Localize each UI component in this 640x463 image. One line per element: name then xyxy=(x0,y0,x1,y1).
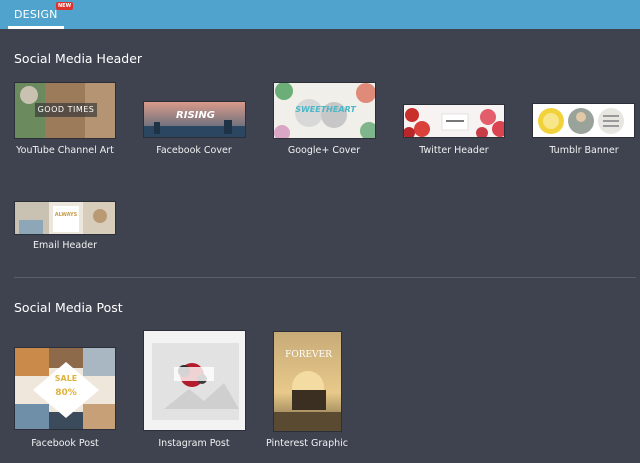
section-title-header: Social Media Header xyxy=(14,51,143,66)
google-cover-thumb-text: SWEETHEART xyxy=(295,105,356,114)
facebook-cover-thumb-text: RISING xyxy=(176,110,215,121)
top-bar: DESIGN NEW xyxy=(0,0,640,29)
pinterest-graphic-thumb-art xyxy=(274,332,341,431)
facebook-post-thumb-text-2: 80% xyxy=(55,388,77,398)
template-thumb-youtube-channel-art[interactable]: GOOD TIMES xyxy=(14,82,116,139)
template-thumb-pinterest-graphic[interactable]: FOREVER xyxy=(273,331,342,432)
youtube-thumb-text: GOOD TIMES xyxy=(37,105,95,114)
template-label-facebook-cover[interactable]: Facebook Cover xyxy=(134,145,254,157)
template-label-twitter-header[interactable]: Twitter Header xyxy=(394,145,514,157)
template-label-youtube-channel-art[interactable]: YouTube Channel Art xyxy=(5,145,125,157)
facebook-post-thumb-text: SALE xyxy=(54,374,78,383)
template-thumb-instagram-post[interactable] xyxy=(143,330,246,431)
template-label-google-plus-cover[interactable]: Google+ Cover xyxy=(264,145,384,157)
twitter-header-thumb-art xyxy=(404,105,504,137)
tumblr-banner-thumb-art xyxy=(533,104,634,137)
section-title-post: Social Media Post xyxy=(14,300,123,315)
email-header-thumb-text: ALWAYS xyxy=(54,212,78,218)
template-label-pinterest-graphic[interactable]: Pinterest Graphic xyxy=(247,438,367,450)
template-thumb-tumblr-banner[interactable] xyxy=(532,103,635,138)
email-header-thumb-art xyxy=(15,202,115,234)
template-thumb-email-header[interactable]: ALWAYS xyxy=(14,201,116,235)
template-label-email-header[interactable]: Email Header xyxy=(5,240,125,252)
tab-active-indicator xyxy=(8,26,64,29)
template-thumb-twitter-header[interactable] xyxy=(403,104,505,138)
pinterest-graphic-thumb-text: FOREVER xyxy=(285,350,332,360)
tab-design[interactable]: DESIGN NEW xyxy=(8,0,74,29)
tab-design-label: DESIGN xyxy=(14,8,58,21)
section-divider xyxy=(14,277,636,278)
template-thumb-google-plus-cover[interactable]: SWEETHEART xyxy=(273,82,376,139)
new-badge: NEW xyxy=(56,2,74,10)
instagram-post-thumb-art xyxy=(144,331,245,430)
template-label-instagram-post[interactable]: Instagram Post xyxy=(134,438,254,450)
template-label-tumblr-banner[interactable]: Tumblr Banner xyxy=(524,145,640,157)
template-thumb-facebook-cover[interactable]: RISING xyxy=(143,101,246,138)
template-thumb-facebook-post[interactable]: SALE 80% xyxy=(14,347,116,430)
template-label-facebook-post[interactable]: Facebook Post xyxy=(5,438,125,450)
